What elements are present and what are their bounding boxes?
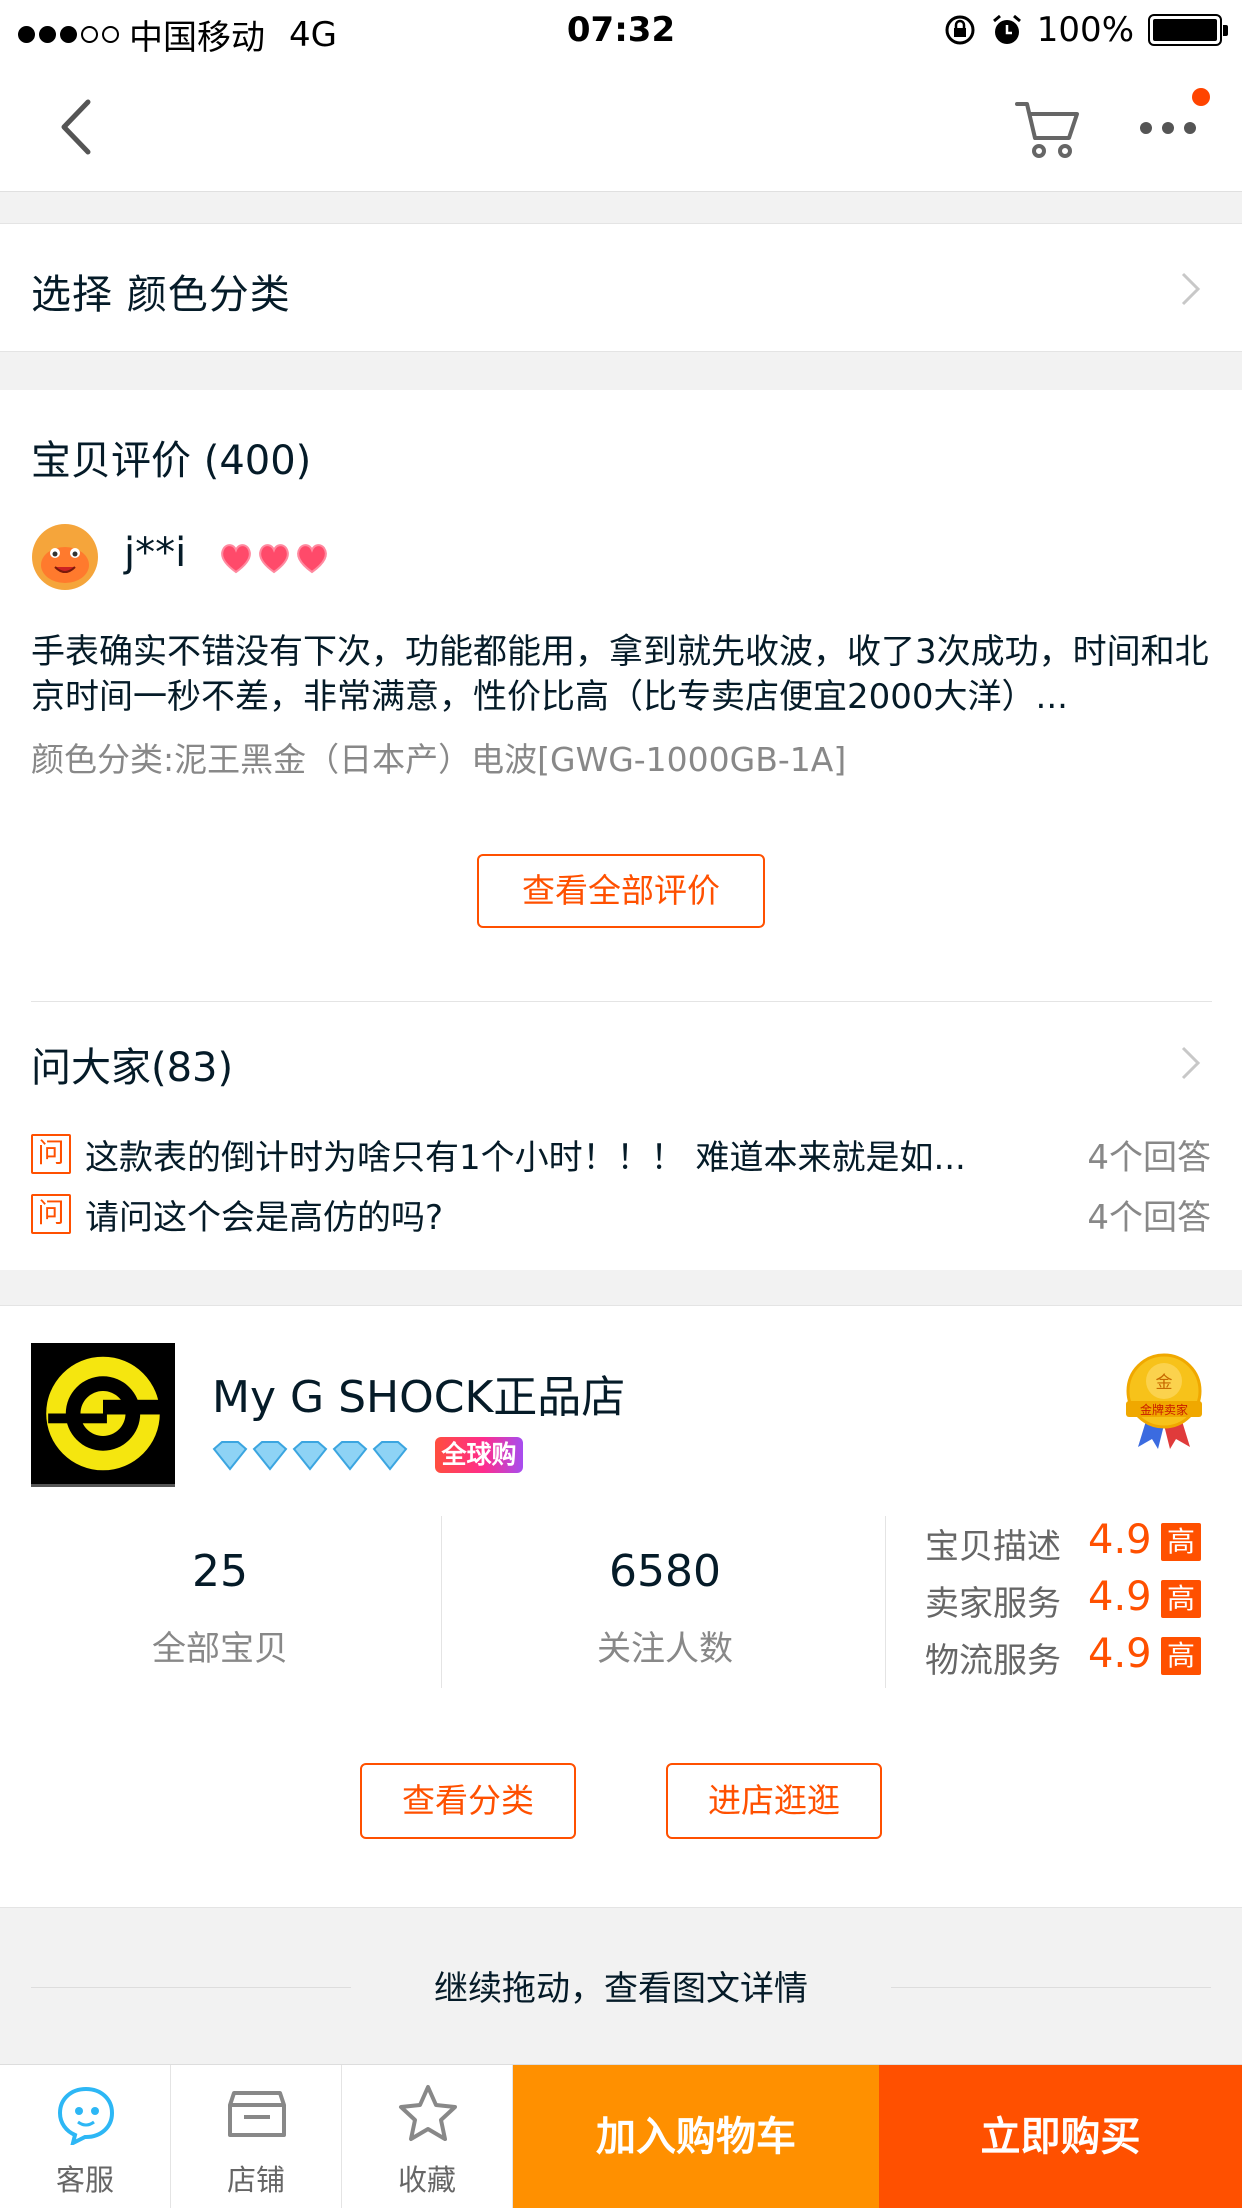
rating-row: 卖家服务 4.9 高	[925, 1574, 1215, 1624]
battery-percent: 100%	[1036, 10, 1134, 50]
qa-badge: 问	[31, 1194, 71, 1234]
enter-shop-button[interactable]: 进店逛逛	[666, 1763, 882, 1839]
view-category-button[interactable]: 查看分类	[360, 1763, 576, 1839]
store-icon	[228, 2091, 286, 2137]
rating-label: 物流服务	[925, 1641, 1061, 1681]
pull-hint-text: 继续拖动，查看图文详情	[434, 1969, 808, 2009]
bottom-action-bar: 客服 店铺 收藏 加入购物车 立即购买	[0, 2064, 1242, 2208]
stat-value: 6580	[609, 1546, 721, 1597]
section-divider	[31, 1001, 1212, 1002]
review-text: 手表确实不错没有下次，功能都能用，拿到就先收波，收了3次成功，时间和北京时间一秒…	[31, 632, 1209, 717]
shop-logo[interactable]	[31, 1343, 175, 1487]
stat-divider	[885, 1516, 886, 1688]
rating-row: 物流服务 4.9 高	[925, 1631, 1215, 1681]
qa-answer-count: 4个回答	[1087, 1138, 1211, 1178]
rating-level-badge: 高	[1161, 1637, 1201, 1675]
chevron-right-icon[interactable]	[1180, 1045, 1202, 1081]
rating-value: 4.9	[1088, 1574, 1152, 1620]
stat-label: 全部宝贝	[152, 1629, 288, 1669]
stat-label: 关注人数	[597, 1629, 733, 1669]
pull-hint-section: 继续拖动，查看图文详情	[0, 1909, 1242, 2064]
alarm-icon	[992, 14, 1021, 44]
rating-level-badge: 高	[1161, 1580, 1201, 1618]
notification-dot	[1192, 88, 1210, 106]
qa-answer-count: 4个回答	[1087, 1198, 1211, 1238]
tab-label: 收藏	[397, 2163, 456, 2197]
stat-value: 25	[192, 1546, 248, 1597]
qa-question: 这款表的倒计时为啥只有1个小时！！！ 难道本来就是如...	[85, 1138, 966, 1178]
tab-customer-service[interactable]: 客服	[0, 2065, 171, 2208]
tab-label: 店铺	[226, 2163, 285, 2197]
rating-row: 宝贝描述 4.9 高	[925, 1517, 1215, 1567]
cart-icon[interactable]	[1015, 98, 1081, 160]
rating-value: 4.9	[1088, 1517, 1152, 1563]
stat-divider	[441, 1516, 442, 1688]
qa-item[interactable]: 问 这款表的倒计时为啥只有1个小时！！！ 难道本来就是如... 4个回答	[31, 1130, 1211, 1178]
global-purchase-badge: 全球购	[435, 1437, 523, 1473]
stat-all-items[interactable]: 25 全部宝贝	[0, 1521, 440, 1691]
tab-favorite[interactable]: 收藏	[342, 2065, 513, 2208]
add-to-cart-button[interactable]: 加入购物车	[513, 2065, 879, 2208]
rating-level-badge: 高	[1161, 1523, 1201, 1561]
qa-question: 请问这个会是高仿的吗?	[85, 1198, 444, 1238]
sku-selector[interactable]: 选择 颜色分类	[0, 223, 1242, 352]
nav-bar	[0, 62, 1242, 192]
more-icon[interactable]	[1138, 116, 1198, 140]
rating-label: 卖家服务	[925, 1584, 1061, 1624]
review-sku-info: 颜色分类:泥王黑金（日本产）电波[GWG-1000GB-1A]	[31, 740, 847, 779]
star-icon	[399, 2085, 457, 2141]
tab-store[interactable]: 店铺	[171, 2065, 342, 2208]
shop-name[interactable]: My G SHOCK正品店	[212, 1361, 625, 1425]
sku-label: 选择 颜色分类	[31, 272, 291, 318]
customer-service-icon	[57, 2086, 115, 2145]
review-section: 宝贝评价 (400) j**i 手表确实不错没有下次，功能都能用，拿到就先收波，…	[0, 390, 1242, 1270]
reviewer-name: j**i	[124, 530, 187, 576]
qa-item[interactable]: 问 请问这个会是高仿的吗? 4个回答	[31, 1190, 1211, 1238]
buy-now-button[interactable]: 立即购买	[879, 2065, 1242, 2208]
tab-label: 客服	[55, 2163, 114, 2197]
qa-title[interactable]: 问大家(83)	[31, 1035, 233, 1093]
status-right: 100%	[943, 10, 1228, 50]
status-bar: 中国移动 4G 07:32 100%	[0, 0, 1242, 62]
rotation-lock-icon	[945, 15, 975, 45]
battery-icon	[1148, 14, 1228, 46]
diamond-level-icon	[212, 1441, 408, 1471]
view-all-reviews-button[interactable]: 查看全部评价	[477, 854, 765, 928]
review-title: 宝贝评价 (400)	[31, 438, 312, 484]
chevron-right-icon	[1181, 272, 1201, 306]
rating-label: 宝贝描述	[925, 1527, 1061, 1567]
qa-badge: 问	[31, 1134, 71, 1174]
heart-level-icon	[221, 544, 327, 574]
avatar	[32, 524, 98, 590]
chevron-left-icon[interactable]	[50, 92, 110, 162]
medal-label: 金牌卖家	[1140, 1402, 1188, 1417]
rating-value: 4.9	[1088, 1631, 1152, 1677]
gold-seller-medal-icon: 金 金牌卖家	[1126, 1353, 1202, 1449]
medal-top-text: 金	[1156, 1373, 1173, 1393]
stat-followers[interactable]: 6580 关注人数	[445, 1521, 885, 1691]
shop-section: My G SHOCK正品店 全球购 金 金牌卖家 25 全部宝贝 6580 关注…	[0, 1305, 1242, 1908]
